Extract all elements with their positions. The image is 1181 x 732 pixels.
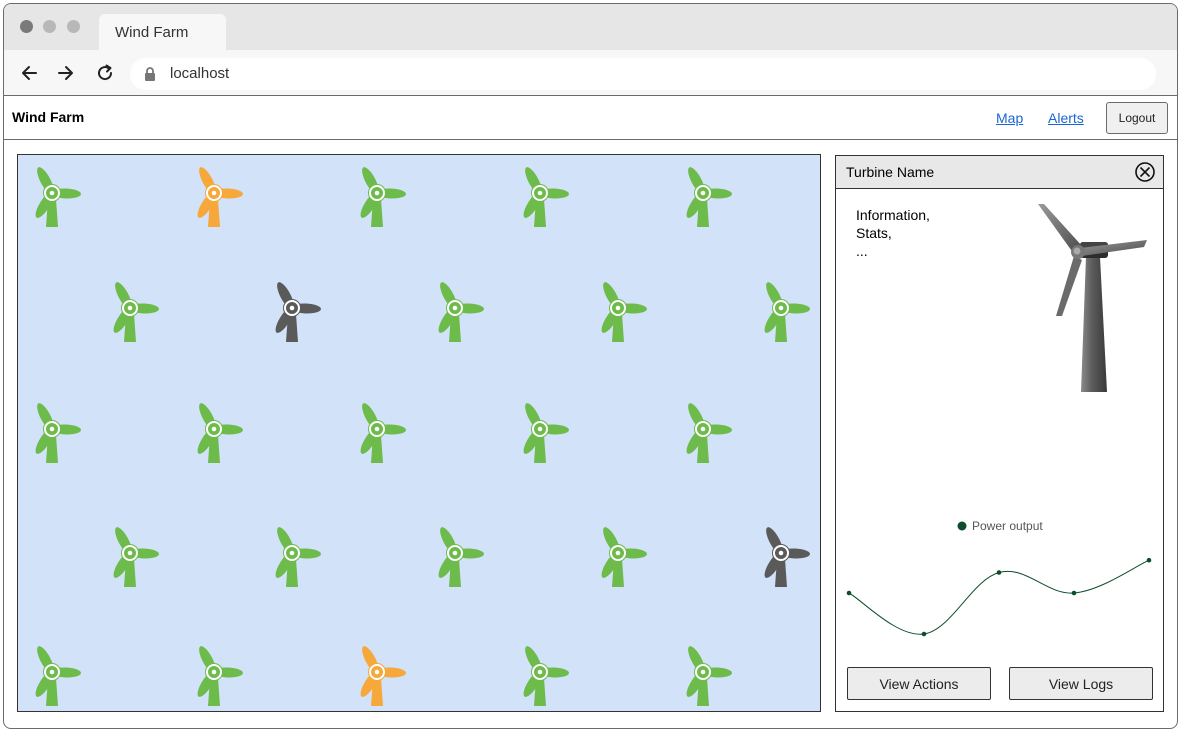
logout-button[interactable]: Logout	[1106, 102, 1168, 134]
data-point	[1146, 557, 1152, 563]
wind-turbine-icon[interactable]	[32, 165, 81, 227]
wind-turbine-icon[interactable]	[357, 165, 406, 227]
wind-turbine-icon[interactable]	[272, 525, 321, 587]
turbine-name: Turbine Name	[846, 164, 935, 180]
wind-turbine-icon[interactable]	[598, 525, 647, 587]
wind-turbine-icon[interactable]	[110, 280, 159, 342]
app-header: Wind Farm Map Alerts Logout	[4, 97, 1177, 140]
wind-turbine-icon[interactable]	[520, 165, 569, 227]
browser-tab[interactable]: Wind Farm	[99, 14, 226, 50]
wind-turbine-icon[interactable]	[194, 644, 243, 706]
power-output-chart: Power output	[846, 519, 1152, 637]
wind-turbine-icon[interactable]	[683, 401, 732, 463]
legend-label: Power output	[972, 519, 1043, 533]
app-title: Wind Farm	[12, 109, 85, 125]
wind-turbine-icon[interactable]	[683, 165, 732, 227]
data-point	[996, 570, 1002, 575]
wind-turbine-icon[interactable]	[194, 401, 243, 463]
browser-toolbar: localhost	[4, 50, 1177, 96]
back-arrow-icon[interactable]	[18, 62, 40, 84]
nav-link-map[interactable]: Map	[996, 110, 1023, 126]
wind-turbine-icon[interactable]	[435, 280, 484, 342]
lock-icon	[145, 67, 155, 81]
wind-turbine-icon[interactable]	[761, 280, 810, 342]
wind-farm-map[interactable]	[17, 154, 821, 712]
turbine-info: Information, Stats, ...	[856, 206, 930, 260]
info-line: Stats,	[856, 225, 892, 241]
data-point	[1071, 590, 1077, 596]
data-point	[921, 631, 927, 637]
close-circle-icon[interactable]	[1134, 161, 1156, 183]
forward-arrow-icon[interactable]	[55, 62, 77, 84]
data-point	[846, 590, 852, 596]
info-line: ...	[856, 243, 868, 259]
reload-icon[interactable]	[94, 62, 116, 84]
wind-turbine-icon[interactable]	[32, 401, 81, 463]
turbine-3d-image	[1038, 204, 1147, 392]
minimize-window-icon[interactable]	[43, 20, 56, 33]
wind-turbine-icon[interactable]	[194, 165, 243, 227]
legend-marker	[957, 521, 967, 531]
turbine-grid	[32, 165, 810, 706]
close-window-icon[interactable]	[20, 20, 33, 33]
url-text: localhost	[170, 65, 230, 82]
view-logs-button[interactable]: View Logs	[1009, 667, 1153, 700]
wind-turbine-icon[interactable]	[435, 525, 484, 587]
view-actions-button[interactable]: View Actions	[847, 667, 991, 700]
browser-window: Wind Farm localhost Wind Farm Map Alerts…	[3, 3, 1178, 729]
info-line: Information,	[856, 207, 930, 223]
wind-turbine-icon[interactable]	[683, 644, 732, 706]
wind-turbine-icon[interactable]	[272, 280, 321, 342]
panel-header: Turbine Name	[836, 156, 1163, 189]
address-bar[interactable]: localhost	[130, 58, 1156, 90]
tab-bar: Wind Farm	[4, 4, 1177, 50]
maximize-window-icon[interactable]	[67, 20, 80, 33]
wind-turbine-icon[interactable]	[357, 401, 406, 463]
tab-title: Wind Farm	[115, 24, 189, 41]
wind-turbine-icon[interactable]	[32, 644, 81, 706]
wind-turbine-icon[interactable]	[598, 280, 647, 342]
wind-turbine-icon[interactable]	[520, 401, 569, 463]
wind-turbine-icon[interactable]	[357, 644, 406, 706]
wind-turbine-icon[interactable]	[520, 644, 569, 706]
wind-turbine-icon[interactable]	[761, 525, 810, 587]
nav-link-alerts[interactable]: Alerts	[1048, 110, 1084, 126]
wind-turbine-icon[interactable]	[110, 525, 159, 587]
turbine-detail-panel: Turbine Name Information, Stats, ... Pow…	[835, 155, 1164, 712]
